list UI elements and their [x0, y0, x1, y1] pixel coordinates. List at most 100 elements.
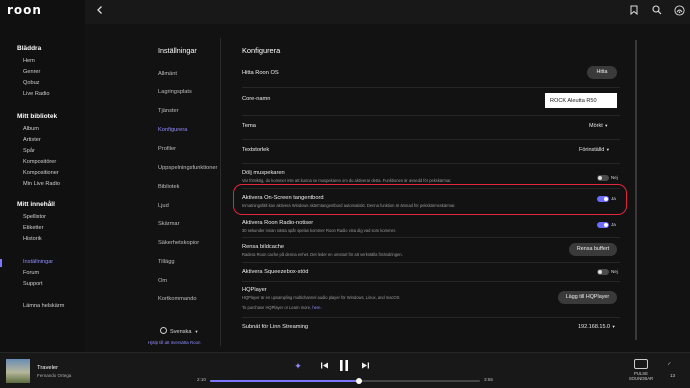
sidebar-item-my-live-radio[interactable]: Min Live Radio	[23, 181, 60, 187]
hide-mouse-label: Dölj muspekaren	[242, 170, 285, 176]
scrollbar[interactable]	[635, 40, 637, 340]
settings-item-audio[interactable]: Ljud	[158, 203, 169, 209]
highlight-box	[233, 184, 627, 215]
sidebar-item-home[interactable]: Hem	[23, 58, 35, 64]
clear-cache-desc: Radera Roon cache på denna enhet. Det le…	[242, 252, 403, 257]
hqplayer-desc-2: To purchase HQPlayer or Learn more, here…	[242, 305, 322, 310]
sidebar-item-tracks[interactable]: Spår	[23, 148, 35, 154]
text-size-label: Textstorlek	[242, 147, 270, 153]
hide-mouse-toggle[interactable]	[597, 175, 609, 181]
settings-item-extensions[interactable]: Tillägg	[158, 259, 175, 265]
settings-divider	[220, 38, 221, 346]
divider	[242, 139, 620, 140]
settings-item-backups[interactable]: Säkerhetskopior	[158, 240, 199, 246]
squeezebox-toggle[interactable]	[597, 269, 609, 275]
radio-icon[interactable]: ✦	[292, 361, 304, 371]
clear-cache-button[interactable]: Rensa buffert	[569, 243, 617, 256]
sidebar-item-albums[interactable]: Album	[23, 126, 39, 132]
sidebar-item-artists[interactable]: Artister	[23, 137, 41, 143]
search-icon[interactable]	[651, 5, 663, 17]
sidebar-item-playlists[interactable]: Spellistor	[23, 214, 46, 220]
clear-cache-label: Rensa bildcache	[242, 244, 285, 250]
settings-item-displays[interactable]: Skärmar	[158, 221, 180, 227]
language-selector[interactable]: Svenska ▼	[160, 327, 198, 335]
track-title[interactable]: Traveler	[37, 365, 58, 371]
bookmark-icon[interactable]	[628, 5, 640, 17]
linn-subnet-dropdown[interactable]: 192.168.15.0 ▼	[578, 324, 616, 330]
radio-notes-label: Aktivera Roon Radio-notiser	[242, 220, 314, 226]
radio-notes-desc: 30 sekunder innan nästa spår spelas komm…	[242, 228, 397, 233]
zone-name[interactable]: PULSE SOUNDBAR	[624, 371, 658, 381]
sidebar-item-settings[interactable]: Inställningar	[23, 259, 53, 265]
section-title-my-content: Mitt innehåll	[17, 201, 55, 208]
add-hqplayer-button[interactable]: Lägg till HQPlayer	[558, 291, 617, 304]
linn-subnet-value: 192.168.15.0	[578, 324, 611, 330]
globe-icon	[160, 327, 167, 334]
sidebar-item-forum[interactable]: Forum	[23, 270, 39, 276]
divider	[242, 317, 620, 318]
sidebar-item-qobuz[interactable]: Qobuz	[23, 80, 39, 86]
sidebar-item-live-radio[interactable]: Live Radio	[23, 91, 49, 97]
divider	[242, 87, 620, 88]
album-art[interactable]	[6, 359, 30, 383]
settings-item-configure[interactable]: Konfigurera	[158, 127, 187, 133]
settings-item-about[interactable]: Om	[158, 278, 167, 284]
settings-title: Inställningar	[158, 46, 197, 55]
pause-icon[interactable]	[338, 359, 350, 374]
hqplayer-desc-text: To purchase HQPlayer or Learn more,	[242, 305, 312, 310]
sidebar: roon Bläddra Hem Genrer Qobuz Live Radio…	[0, 0, 85, 352]
settings-item-storage[interactable]: Lagringsplats	[158, 89, 192, 95]
sidebar-item-support[interactable]: Support	[23, 281, 43, 287]
hqplayer-desc: HQPlayer är en upsampling multichannel a…	[242, 295, 400, 300]
settings-item-shortcuts[interactable]: Kortkommando	[158, 296, 197, 302]
seek-bar[interactable]	[210, 378, 480, 384]
core-name-input[interactable]	[545, 93, 617, 108]
volume-level: 13	[670, 373, 676, 378]
translate-help-link[interactable]: Hjälp till att översätta Roon	[148, 340, 200, 345]
settings-item-general[interactable]: Allmänt	[158, 71, 177, 77]
track-artist[interactable]: Fernando Ortega	[37, 373, 71, 378]
zone-icon[interactable]	[634, 359, 648, 369]
signal-icon[interactable]	[673, 5, 685, 17]
time-total: 3:55	[484, 377, 493, 382]
sidebar-item-genres[interactable]: Genrer	[23, 69, 40, 75]
sidebar-item-composers[interactable]: Kompositörer	[23, 159, 56, 165]
seek-progress	[210, 380, 359, 382]
hqplayer-label: HQPlayer	[242, 287, 267, 293]
find-os-label: Hitta Roon OS	[242, 70, 279, 76]
sidebar-item-compositions[interactable]: Kompositioner	[23, 170, 59, 176]
divider	[242, 237, 620, 238]
settings-nav: Inställningar Allmänt Lagringsplats Tjän…	[145, 38, 220, 352]
chevron-down-icon: ▼	[194, 329, 199, 334]
sidebar-item-exit-fullscreen[interactable]: Lämna helskärm	[23, 303, 64, 309]
section-title-library: Mitt bibliotek	[17, 113, 58, 120]
player-bar: Traveler Fernando Ortega ✦ 2:10 3:55 PUL…	[0, 352, 690, 388]
seek-handle[interactable]	[355, 378, 362, 384]
settings-item-playback[interactable]: Uppspelningsfunktioner	[158, 165, 223, 171]
hide-mouse-desc: Var försiktig, du kommer inte att kunna …	[242, 178, 452, 183]
theme-value: Mörkt	[589, 123, 603, 129]
divider	[242, 115, 620, 116]
roon-logo: roon	[7, 3, 42, 17]
sidebar-item-history[interactable]: Historik	[23, 236, 42, 242]
text-size-dropdown[interactable]: Förinställd ▼	[579, 147, 610, 153]
volume-icon[interactable]: ◜	[668, 361, 671, 369]
back-arrow-icon[interactable]	[95, 5, 107, 17]
find-button[interactable]: Hitta	[587, 66, 617, 79]
chevron-down-icon: ▼	[611, 324, 616, 329]
hqplayer-link[interactable]: here.	[312, 305, 321, 310]
settings-item-services[interactable]: Tjänster	[158, 108, 179, 114]
theme-dropdown[interactable]: Mörkt ▼	[589, 123, 608, 129]
divider	[242, 281, 620, 282]
settings-item-library[interactable]: Bibliotek	[158, 184, 180, 190]
chevron-down-icon: ▼	[605, 147, 610, 152]
theme-label: Tema	[242, 123, 256, 129]
next-icon[interactable]	[359, 361, 371, 372]
core-name-label: Core-namn	[242, 96, 271, 102]
time-current: 2:10	[197, 377, 206, 382]
previous-icon[interactable]	[318, 361, 330, 372]
active-indicator	[0, 259, 2, 267]
radio-notes-toggle[interactable]	[597, 222, 609, 228]
settings-item-profiles[interactable]: Profiler	[158, 146, 176, 152]
sidebar-item-tags[interactable]: Etiketter	[23, 225, 44, 231]
